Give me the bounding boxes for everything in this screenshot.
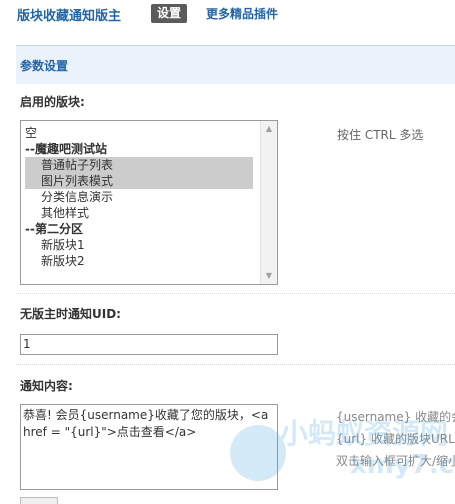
forum-option[interactable]: 图片列表模式 [25, 173, 253, 189]
content-textarea[interactable]: 恭喜! 会员{username}收藏了您的版块，<a href = "{url}… [20, 404, 278, 490]
tab-settings[interactable]: 设置 [151, 4, 187, 23]
row-divider [16, 364, 455, 365]
listbox-scrollbar[interactable]: ▲ ▼ [260, 121, 277, 284]
scroll-up-icon[interactable]: ▲ [261, 121, 277, 137]
forum-option[interactable]: --魔趣吧测试站 [25, 141, 253, 157]
content-label: 通知内容: [20, 379, 73, 393]
app-title: 版块收藏通知版主 [17, 9, 122, 24]
more-plugins-link[interactable]: 更多精品插件 [206, 5, 278, 22]
uid-input[interactable]: 1 [20, 334, 278, 355]
forum-option[interactable]: 其他样式 [25, 205, 253, 221]
section-title: 参数设置 [20, 59, 69, 73]
forum-option[interactable]: 普通帖子列表 [25, 157, 253, 173]
top-bar: 版块收藏通知版主 设置 更多精品插件 [0, 0, 455, 30]
forum-option[interactable]: --第二分区 [25, 221, 253, 237]
forum-option[interactable]: 空 [25, 125, 253, 141]
uid-label: 无版主时通知UID: [20, 307, 121, 321]
forums-hint: 按住 CTRL 多选 [337, 128, 424, 142]
scroll-down-icon[interactable]: ▼ [261, 268, 277, 284]
content-hint: 双击输入框可扩大/缩小 [336, 454, 455, 468]
forums-multiselect[interactable]: 空 --魔趣吧测试站 普通帖子列表 图片列表模式 分类信息演示 其他样式 --第… [20, 120, 278, 285]
content-hint: {username} 收藏的会 [336, 410, 455, 424]
row-divider [16, 293, 455, 294]
forums-label: 启用的版块: [20, 95, 85, 109]
content-hint: {url} 收藏的版块URL [336, 432, 455, 446]
section-header: 参数设置 [16, 45, 455, 84]
forum-option[interactable]: 分类信息演示 [25, 189, 253, 205]
forum-option[interactable]: 新版块1 [25, 237, 253, 253]
forum-option[interactable]: 新版块2 [25, 253, 253, 269]
